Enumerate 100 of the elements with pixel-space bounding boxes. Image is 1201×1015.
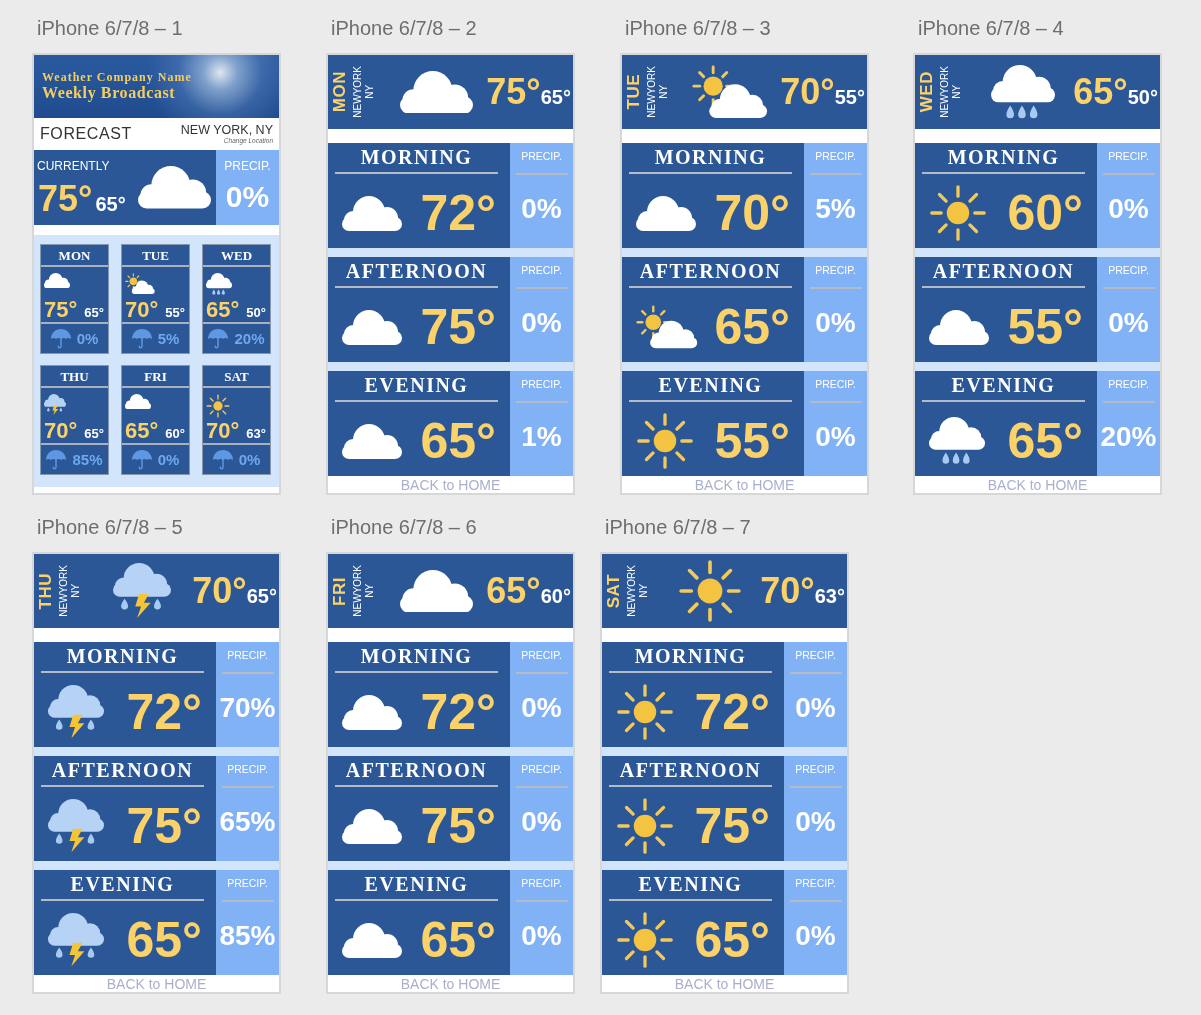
precip-label: PRECIP.: [815, 264, 856, 277]
umbrella-icon: [50, 328, 71, 349]
precip-label: PRECIP.: [227, 649, 268, 662]
precip-value: 0%: [795, 693, 836, 722]
temperature: 55°: [714, 416, 791, 466]
period-title: MORNING: [634, 645, 747, 667]
precip-value: 0%: [1108, 308, 1149, 337]
city-name: NEWYORK: [352, 66, 364, 118]
low-temperature: 65°: [246, 586, 277, 606]
period-title: EVENING: [658, 374, 763, 396]
day-name: MON: [58, 247, 91, 263]
precip-value: 5%: [157, 330, 180, 347]
precip-label: PRECIP.: [227, 763, 268, 776]
low-temperature: 65°: [540, 87, 571, 107]
temperature: 70°: [714, 188, 791, 238]
high-temperature: 70°: [760, 573, 815, 609]
low-temperature: 63°: [246, 427, 266, 441]
period-title: AFTERNOON: [51, 759, 194, 781]
high-temperature: 70°: [780, 74, 835, 110]
high-temperature: 65°: [206, 299, 240, 321]
precip-label: PRECIP.: [1108, 150, 1149, 163]
low-temperature: 55°: [834, 87, 865, 107]
temperature: 65°: [694, 915, 771, 965]
day-card[interactable]: SAT 70° 63° 0%: [202, 365, 271, 475]
artboard-title: iPhone 6/7/8 – 2: [331, 16, 477, 40]
precip-value: 0%: [815, 308, 856, 337]
precip-value: 0%: [521, 194, 562, 223]
low-temperature: 65°: [84, 427, 104, 441]
umbrella-icon: [208, 328, 229, 349]
period-title: AFTERNOON: [932, 260, 1075, 282]
day-name: SAT: [224, 368, 249, 384]
temperature: 65°: [126, 915, 203, 965]
day-card[interactable]: THU 70° 65° 85%: [40, 365, 109, 475]
period-title: EVENING: [364, 873, 469, 895]
high-temperature: 70°: [206, 420, 240, 442]
high-temperature: 65°: [1073, 74, 1128, 110]
period-title: EVENING: [951, 374, 1056, 396]
precip-label: PRECIP.: [227, 877, 268, 890]
temperature: 75°: [694, 801, 771, 851]
city-name: NEWYORK: [352, 565, 364, 617]
precip-label: PRECIP.: [1108, 264, 1149, 277]
low-temperature: 55°: [165, 306, 185, 320]
day-name: THU: [60, 368, 89, 384]
day-name: WED: [220, 247, 253, 263]
precip-label: PRECIP.: [521, 877, 562, 890]
low-temperature: 60°: [540, 586, 571, 606]
precip-value: 0%: [815, 422, 856, 451]
precip-value: 70%: [219, 693, 276, 722]
high-temperature: 70°: [44, 420, 78, 442]
precip-value: 0%: [225, 182, 270, 212]
precip-value: 0%: [521, 807, 562, 836]
period-title: MORNING: [360, 146, 473, 168]
state-name: NY: [638, 583, 650, 600]
day-card[interactable]: MON 75° 65° 0%: [40, 244, 109, 354]
day-card[interactable]: FRI 65° 60° 0%: [121, 365, 190, 475]
period-title: MORNING: [360, 645, 473, 667]
temperature: 72°: [420, 687, 497, 737]
temperature: 65°: [420, 915, 497, 965]
temperature: 65°: [420, 416, 497, 466]
high-temperature: 75°: [38, 181, 93, 217]
artboard-title: iPhone 6/7/8 – 3: [625, 16, 771, 40]
temperature: 60°: [1007, 188, 1084, 238]
precip-value: 85%: [219, 921, 276, 950]
forecast-heading: FORECAST: [40, 125, 132, 143]
state-name: NY: [364, 583, 376, 600]
temperature: 55°: [1007, 302, 1084, 352]
umbrella-icon: [131, 328, 152, 349]
precip-value: 5%: [815, 194, 856, 223]
day-card[interactable]: TUE 70° 55° 5%: [121, 244, 190, 354]
temperature: 75°: [126, 801, 203, 851]
broadcast-title: Weekly Broadcast: [42, 84, 176, 102]
temperature: 75°: [420, 801, 497, 851]
day-card[interactable]: WED 65° 50° 20%: [202, 244, 271, 354]
precip-label: PRECIP.: [521, 378, 562, 391]
temperature: 65°: [714, 302, 791, 352]
day-name: FRI: [144, 368, 167, 384]
precip-label: PRECIP.: [815, 378, 856, 391]
low-temperature: 50°: [1127, 87, 1158, 107]
period-title: AFTERNOON: [345, 260, 488, 282]
temperature: 72°: [126, 687, 203, 737]
low-temperature: 60°: [165, 427, 185, 441]
high-temperature: 65°: [486, 573, 541, 609]
state-name: NY: [70, 583, 82, 600]
city-name: NEWYORK: [939, 66, 951, 118]
day-name: TUE: [142, 247, 169, 263]
temperature: 72°: [420, 188, 497, 238]
precip-label: PRECIP.: [815, 150, 856, 163]
low-temperature: 65°: [84, 306, 104, 320]
artboard-title: iPhone 6/7/8 – 6: [331, 515, 477, 539]
period-title: MORNING: [654, 146, 767, 168]
precip-label: PRECIP.: [1108, 378, 1149, 391]
low-temperature: 65°: [95, 194, 126, 214]
high-temperature: 75°: [44, 299, 78, 321]
umbrella-icon: [212, 449, 233, 470]
high-temperature: 75°: [486, 74, 541, 110]
precip-value: 20%: [1100, 422, 1157, 451]
precip-label: PRECIP.: [521, 150, 562, 163]
day-name: WED: [919, 71, 935, 113]
high-temperature: 65°: [125, 420, 159, 442]
precip-label: PRECIP.: [521, 264, 562, 277]
